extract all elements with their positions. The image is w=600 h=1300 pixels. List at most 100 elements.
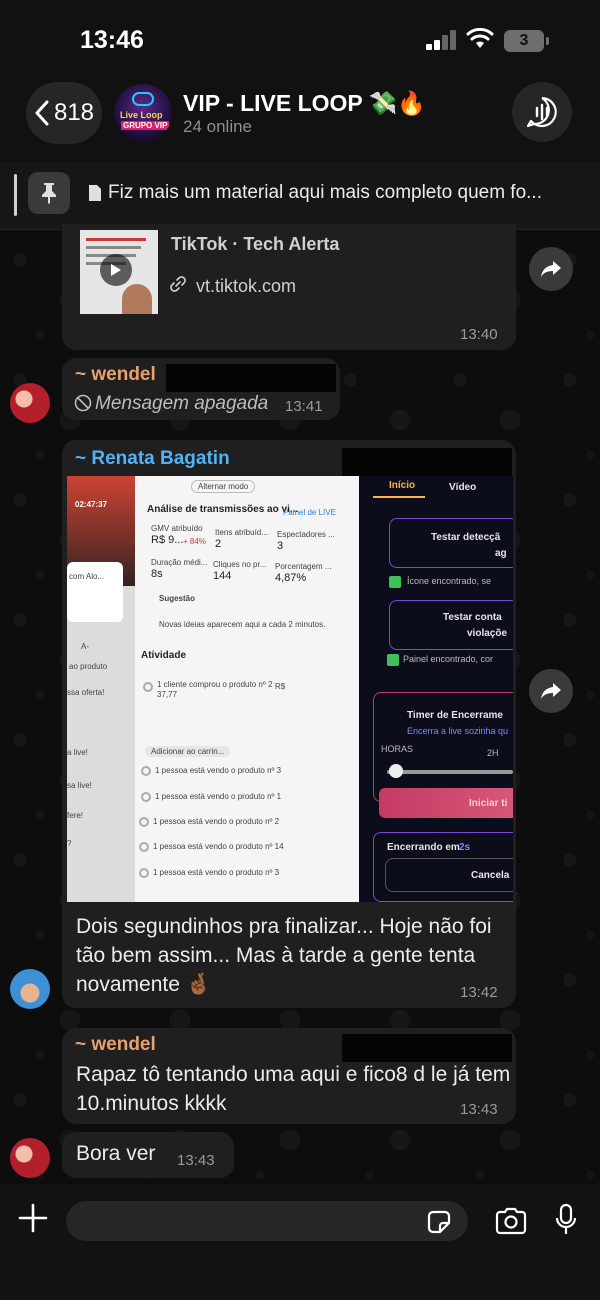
image-cliente: 1 cliente comprou o produto nº 2	[157, 680, 273, 689]
message-text: Bora ver	[76, 1142, 156, 1165]
plus-icon[interactable]	[18, 1203, 48, 1233]
image-analise: Análise de transmissões ao vi...	[147, 504, 299, 515]
image-testar-contato: Testar conta	[443, 612, 502, 623]
image-testar-deteccao-2: ag	[495, 548, 507, 559]
image-encerrando: Encerrando em	[387, 842, 460, 853]
status-bar: 13:46 3	[0, 0, 600, 80]
chevron-left-icon	[35, 100, 49, 126]
image-detect-box	[389, 518, 513, 568]
image-left-text: sa live!	[67, 781, 92, 790]
image-atividade: Atividade	[141, 650, 187, 661]
sender-name[interactable]: ~ wendel	[75, 1034, 156, 1056]
redacted-phone	[342, 1034, 512, 1062]
image-horas-value: 2H	[487, 748, 499, 758]
image-tab-inicio: Início	[389, 480, 416, 491]
image-left-text: com Alo...	[69, 572, 105, 581]
group-avatar[interactable]: Live Loop GRUPO VIP	[114, 84, 172, 142]
image-check-icon	[389, 576, 401, 588]
image-tab-underline	[373, 496, 425, 498]
link-url[interactable]: vt.tiktok.com	[196, 272, 296, 301]
image-cliques-label: Cliques no pr...	[213, 560, 267, 569]
image-cancelar: Cancela	[471, 870, 510, 881]
image-espect-label: Espectadores ...	[277, 530, 335, 539]
image-alternar: Alternar modo	[191, 480, 256, 493]
pinned-message-bar[interactable]: Fiz mais um material aqui mais completo …	[0, 162, 600, 230]
image-timer: Timer de Encerrame	[407, 710, 503, 721]
waveform-icon	[526, 96, 557, 128]
link-icon	[170, 276, 186, 292]
sender-name[interactable]: ~ wendel	[75, 364, 156, 386]
image-adicionar: Adicionar ao carrin...	[145, 746, 231, 757]
camera-icon[interactable]	[494, 1207, 528, 1235]
microphone-icon[interactable]	[554, 1203, 578, 1237]
image-iniciar: Iniciar ti	[469, 798, 508, 809]
pin-icon	[28, 172, 70, 214]
image-radio	[139, 817, 149, 827]
battery-icon: 3	[504, 30, 549, 52]
message-time: 13:41	[285, 398, 323, 415]
image-duracao-value: 8s	[151, 568, 163, 580]
message-image[interactable]: 02:47:37 com Alo... A- ao produto ssa of…	[67, 476, 513, 902]
sender-avatar-wendel[interactable]	[10, 1138, 50, 1178]
voice-chat-button[interactable]	[512, 82, 572, 142]
group-name[interactable]: VIP - LIVE LOOP 💸🔥	[183, 90, 426, 117]
image-encerrando-value: 2s	[459, 842, 471, 853]
image-vendo-item: 1 pessoa está vendo o produto nº 3	[153, 868, 280, 877]
loop-logo-icon	[132, 92, 154, 106]
image-left-text: ssa oferta!	[67, 688, 105, 697]
signal-icon	[426, 30, 458, 50]
image-slider-knob	[389, 764, 403, 778]
chat-header: 818 Live Loop GRUPO VIP VIP - LIVE LOOP …	[0, 80, 600, 162]
image-cliques-value: 144	[213, 570, 232, 582]
image-sugestao: Sugestão	[159, 594, 196, 603]
image-clock: 02:47:37	[75, 500, 108, 509]
sender-avatar-wendel[interactable]	[10, 383, 50, 423]
image-testar-deteccao: Testar detecçã	[431, 532, 501, 543]
redacted-phone	[166, 364, 336, 392]
link-thumbnail[interactable]	[80, 230, 158, 314]
document-icon	[89, 185, 101, 201]
image-encerra: Encerra a live sozinha qu	[407, 726, 509, 736]
share-arrow-icon	[541, 683, 561, 699]
image-itens-label: Itens atribuíd...	[215, 528, 268, 537]
message-time: 13:40	[460, 326, 498, 343]
message-input[interactable]	[66, 1201, 468, 1241]
message-text: Rapaz tô tentando uma aqui e fico8 d le …	[76, 1063, 511, 1115]
forward-button[interactable]	[529, 669, 573, 713]
sender-avatar-renata[interactable]	[10, 969, 50, 1009]
unread-count: 818	[53, 99, 95, 126]
image-radio	[141, 766, 151, 776]
image-left-text: ?	[67, 839, 72, 848]
image-espect-value: 3	[277, 540, 284, 552]
image-radio	[141, 792, 151, 802]
composer-bar	[0, 1185, 600, 1300]
forward-button[interactable]	[529, 247, 573, 291]
link-title: TikTok · Tech Alerta	[171, 234, 340, 254]
share-arrow-icon	[541, 261, 561, 277]
image-porc-value: 4,87%	[275, 572, 307, 584]
image-check-icon	[387, 654, 399, 666]
image-violacoes: violaçõe	[467, 628, 508, 639]
image-popup	[67, 562, 123, 622]
image-left-text: fere!	[67, 811, 84, 820]
back-button[interactable]: 818	[26, 82, 102, 144]
image-vendo-item: 1 pessoa está vendo o produto nº 3	[155, 766, 282, 775]
image-radio	[143, 682, 153, 692]
pinned-text: Fiz mais um material aqui mais completo …	[108, 182, 542, 203]
image-porc-label: Porcentagem ...	[275, 562, 332, 571]
image-radio	[139, 842, 149, 852]
image-painel-encontrado: Painel encontrado, cor	[403, 654, 494, 664]
status-time: 13:46	[80, 26, 144, 54]
image-slider	[387, 770, 513, 774]
wifi-icon	[466, 28, 494, 48]
image-radio	[139, 868, 149, 878]
image-rs: R$	[275, 682, 286, 691]
sticker-icon[interactable]	[426, 1209, 452, 1235]
message-time: 13:43	[177, 1152, 215, 1169]
image-vendo-item: 1 pessoa está vendo o produto nº 1	[155, 792, 282, 801]
sender-name[interactable]: ~ Renata Bagatin	[75, 448, 230, 470]
image-gmv-delta: + 84%	[183, 537, 206, 546]
image-left-text: ao produto	[69, 662, 108, 671]
image-itens-value: 2	[215, 538, 222, 550]
image-gmv-value: R$ 9...	[151, 534, 184, 546]
